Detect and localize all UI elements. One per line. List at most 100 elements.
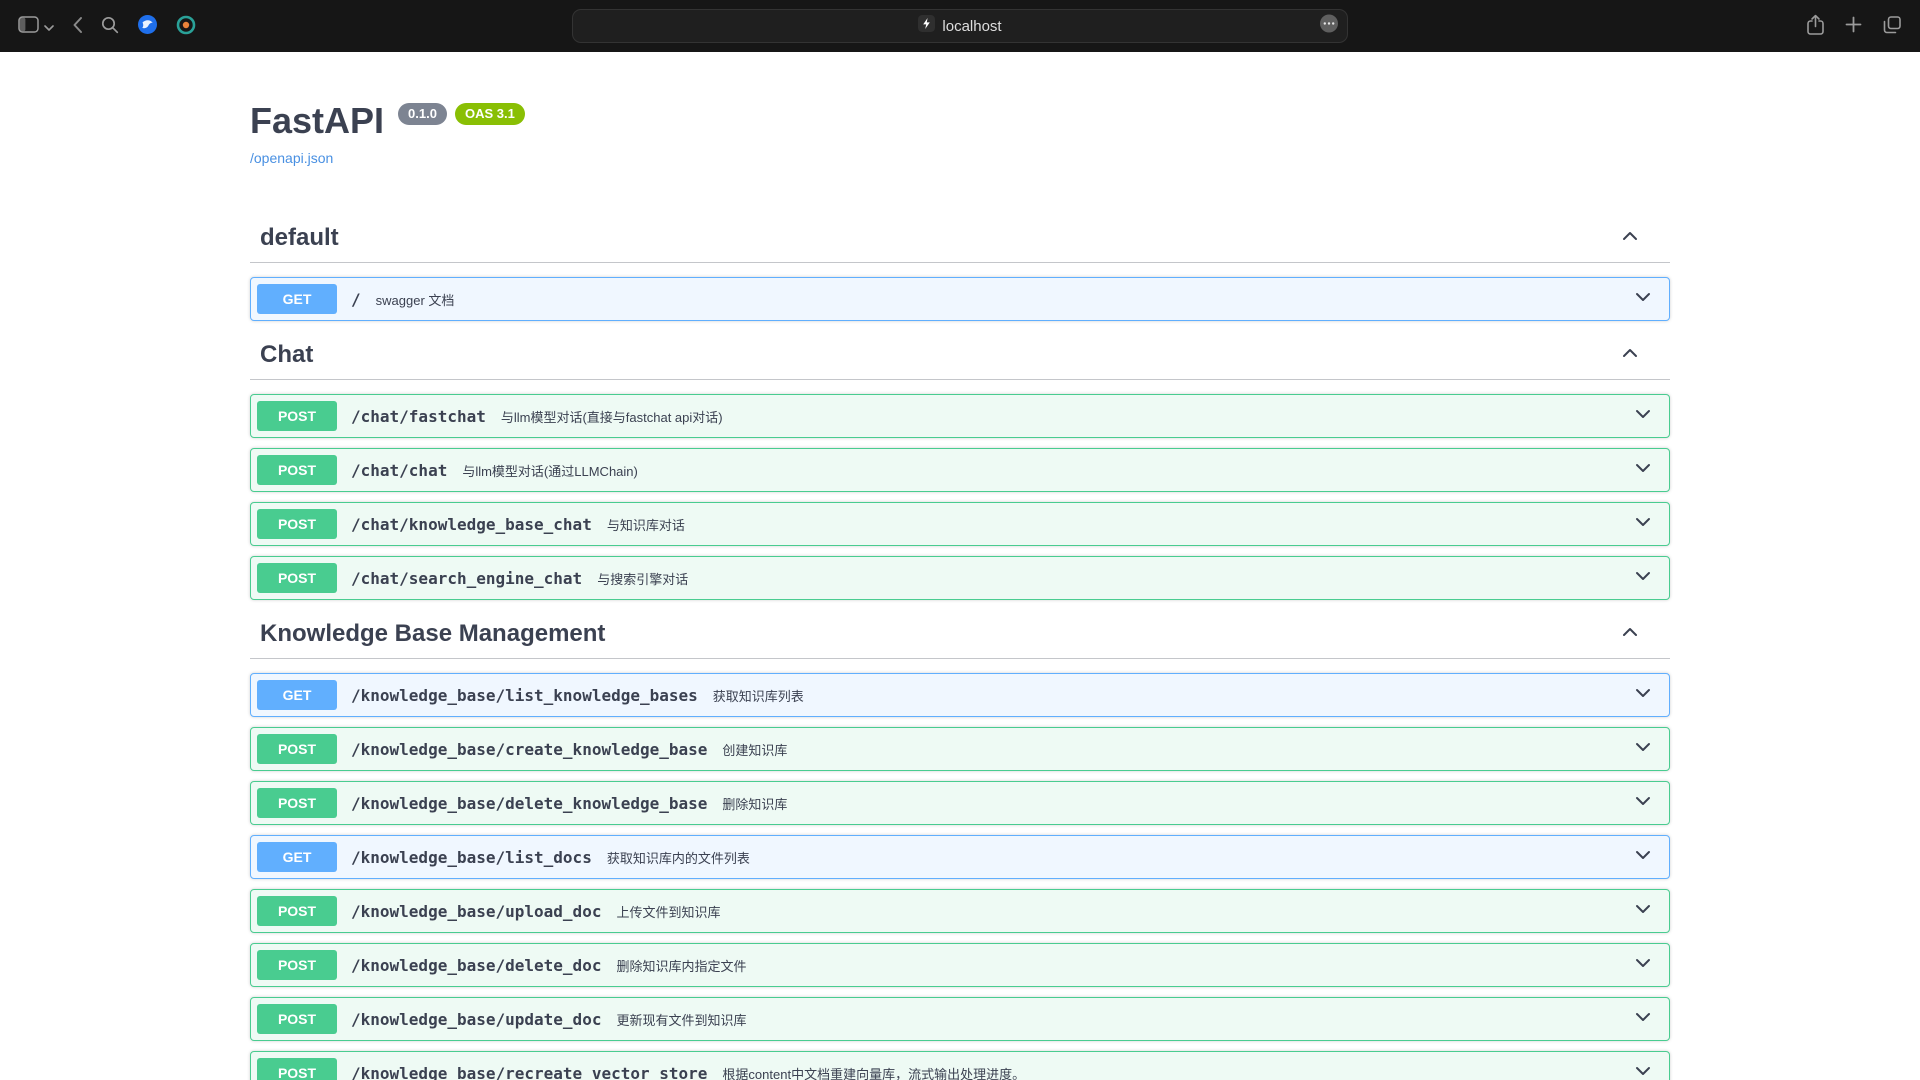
search-icon — [101, 16, 119, 37]
chevron-down-icon[interactable] — [1633, 899, 1653, 924]
endpoint-path: /knowledge_base/list_docs — [351, 848, 592, 867]
dial-extension-button[interactable] — [176, 15, 196, 38]
endpoint-row[interactable]: POST /chat/fastchat 与llm模型对话(直接与fastchat… — [250, 394, 1670, 438]
method-badge: POST — [257, 734, 337, 764]
sidebar-menu-button[interactable] — [44, 19, 54, 34]
endpoint-path: /knowledge_base/create_knowledge_base — [351, 740, 707, 759]
method-badge: POST — [257, 1004, 337, 1034]
endpoint-path: /knowledge_base/upload_doc — [351, 902, 601, 921]
api-title-text: FastAPI — [250, 100, 384, 142]
endpoint-summary: 删除知识库内指定文件 — [616, 956, 1633, 975]
chevron-down-icon[interactable] — [1633, 683, 1653, 708]
chevron-up-icon[interactable] — [1620, 343, 1640, 368]
endpoint-summary: 与搜索引擎对话 — [597, 569, 1633, 588]
toolbar-left-group — [18, 14, 196, 38]
endpoint-list: GET /knowledge_base/list_knowledge_bases… — [250, 659, 1670, 1080]
endpoint-path: /chat/search_engine_chat — [351, 569, 582, 588]
chevron-down-icon — [44, 19, 54, 34]
section-header[interactable]: Knowledge Base Management — [250, 610, 1670, 659]
chevron-down-icon[interactable] — [1633, 1061, 1653, 1080]
method-badge: POST — [257, 509, 337, 539]
chevron-up-icon[interactable] — [1620, 226, 1640, 251]
url-text: localhost — [942, 18, 1001, 35]
endpoint-row[interactable]: POST /knowledge_base/delete_knowledge_ba… — [250, 781, 1670, 825]
endpoint-summary: 与知识库对话 — [607, 515, 1633, 534]
endpoint-list: GET / swagger 文档 — [250, 263, 1670, 321]
page-title: FastAPI 0.1.0 OAS 3.1 — [250, 100, 1670, 142]
section-header[interactable]: default — [250, 214, 1670, 263]
chevron-down-icon[interactable] — [1633, 953, 1653, 978]
method-badge: GET — [257, 284, 337, 314]
api-sections: default GET / swagger 文档 Chat — [250, 214, 1670, 1080]
oas-badge: OAS 3.1 — [455, 103, 525, 125]
endpoint-row[interactable]: POST /knowledge_base/upload_doc 上传文件到知识库 — [250, 889, 1670, 933]
endpoint-row[interactable]: GET / swagger 文档 — [250, 277, 1670, 321]
endpoint-row[interactable]: POST /chat/search_engine_chat 与搜索引擎对话 — [250, 556, 1670, 600]
share-button[interactable] — [1806, 14, 1825, 39]
endpoint-row[interactable]: POST /knowledge_base/create_knowledge_ba… — [250, 727, 1670, 771]
bird-extension-button[interactable] — [137, 14, 158, 38]
endpoint-row[interactable]: POST /chat/knowledge_base_chat 与知识库对话 — [250, 502, 1670, 546]
method-badge: POST — [257, 401, 337, 431]
search-button[interactable] — [101, 16, 119, 37]
browser-toolbar: localhost — [0, 0, 1920, 52]
endpoint-summary: 更新现有文件到知识库 — [616, 1010, 1633, 1029]
endpoint-summary: 获取知识库内的文件列表 — [607, 848, 1633, 867]
method-badge: POST — [257, 1058, 337, 1080]
endpoint-summary: 与llm模型对话(直接与fastchat api对话) — [501, 407, 1633, 426]
endpoint-path: /knowledge_base/delete_doc — [351, 956, 601, 975]
endpoint-summary: swagger 文档 — [376, 290, 1633, 309]
endpoint-row[interactable]: POST /chat/chat 与llm模型对话(通过LLMChain) — [250, 448, 1670, 492]
endpoint-path: /knowledge_base/recreate_vector_store — [351, 1064, 707, 1080]
openapi-spec-link[interactable]: /openapi.json — [250, 150, 333, 166]
chevron-up-icon[interactable] — [1620, 622, 1640, 647]
section-title: Chat — [260, 341, 1620, 369]
api-section: Knowledge Base Management GET /knowledge… — [250, 610, 1670, 1080]
page-content: FastAPI 0.1.0 OAS 3.1 /openapi.json defa… — [0, 52, 1920, 1080]
api-section: Chat POST /chat/fastchat 与llm模型对话(直接与fas… — [250, 331, 1670, 600]
method-badge: POST — [257, 563, 337, 593]
method-badge: POST — [257, 896, 337, 926]
dial-extension-icon — [176, 15, 196, 38]
method-badge: GET — [257, 680, 337, 710]
site-icon — [918, 15, 935, 37]
tab-overview-button[interactable] — [1882, 15, 1902, 38]
tab-overview-icon — [1882, 15, 1902, 38]
api-info: FastAPI 0.1.0 OAS 3.1 /openapi.json — [250, 52, 1670, 168]
section-header[interactable]: Chat — [250, 331, 1670, 380]
ellipsis-circle-icon — [1319, 21, 1339, 38]
endpoint-path: /chat/chat — [351, 461, 447, 480]
endpoint-row[interactable]: POST /knowledge_base/recreate_vector_sto… — [250, 1051, 1670, 1080]
address-bar[interactable]: localhost — [572, 9, 1348, 43]
endpoint-row[interactable]: GET /knowledge_base/list_docs 获取知识库内的文件列… — [250, 835, 1670, 879]
endpoint-summary: 上传文件到知识库 — [616, 902, 1633, 921]
endpoint-row[interactable]: GET /knowledge_base/list_knowledge_bases… — [250, 673, 1670, 717]
chevron-down-icon[interactable] — [1633, 287, 1653, 312]
sidebar-toggle-button[interactable] — [18, 16, 39, 36]
share-icon — [1806, 14, 1825, 39]
chevron-down-icon[interactable] — [1633, 458, 1653, 483]
endpoint-path: /knowledge_base/update_doc — [351, 1010, 601, 1029]
chevron-down-icon[interactable] — [1633, 737, 1653, 762]
endpoint-summary: 获取知识库列表 — [713, 686, 1633, 705]
section-title: default — [260, 224, 1620, 252]
bird-extension-icon — [137, 14, 158, 38]
endpoint-row[interactable]: POST /knowledge_base/update_doc 更新现有文件到知… — [250, 997, 1670, 1041]
version-badge: 0.1.0 — [398, 103, 447, 125]
method-badge: POST — [257, 788, 337, 818]
new-tab-button[interactable] — [1845, 16, 1862, 36]
endpoint-row[interactable]: POST /knowledge_base/delete_doc 删除知识库内指定… — [250, 943, 1670, 987]
back-button[interactable] — [72, 16, 83, 37]
method-badge: POST — [257, 455, 337, 485]
chevron-down-icon[interactable] — [1633, 404, 1653, 429]
chevron-down-icon[interactable] — [1633, 566, 1653, 591]
page-menu-button[interactable] — [1319, 14, 1339, 39]
chevron-down-icon[interactable] — [1633, 512, 1653, 537]
endpoint-path: /knowledge_base/list_knowledge_bases — [351, 686, 698, 705]
endpoint-path: /knowledge_base/delete_knowledge_base — [351, 794, 707, 813]
chevron-down-icon[interactable] — [1633, 845, 1653, 870]
chevron-down-icon[interactable] — [1633, 1007, 1653, 1032]
endpoint-summary: 删除知识库 — [722, 794, 1633, 813]
endpoint-summary: 与llm模型对话(通过LLMChain) — [462, 461, 1633, 480]
chevron-down-icon[interactable] — [1633, 791, 1653, 816]
